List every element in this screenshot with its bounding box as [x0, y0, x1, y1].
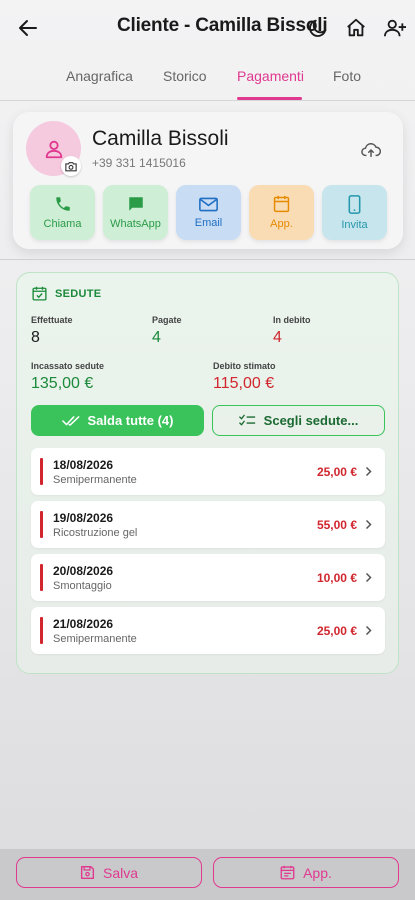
seduta-row[interactable]: 18/08/2026 Semipermanente 25,00 € [31, 448, 385, 495]
mobile-icon [348, 194, 361, 214]
divider [0, 259, 415, 260]
email-button-label: Email [194, 216, 223, 229]
whatsapp-button-label: WhatsApp [110, 218, 161, 230]
chevron-right-icon [363, 624, 373, 636]
debito-stimato-label: Debito stimato [213, 361, 276, 371]
seduta-date: 21/08/2026 [53, 617, 114, 631]
client-profile-card: Camilla Bissoli +39 331 1415016 Chiama W… [13, 112, 403, 249]
seduta-row[interactable]: 20/08/2026 Smontaggio 10,00 € [31, 554, 385, 601]
pagate-label: Pagate [152, 315, 182, 325]
tab-storico[interactable]: Storico [163, 68, 207, 84]
dark-mode-moon-icon[interactable] [304, 14, 332, 42]
client-name: Camilla Bissoli [92, 127, 229, 150]
salda-tutte-button[interactable]: Salda tutte (4) [31, 405, 204, 436]
incassato-label: Incassato sedute [31, 361, 105, 371]
back-arrow-icon[interactable] [14, 14, 42, 42]
status-bar [40, 511, 43, 538]
call-button[interactable]: Chiama [30, 185, 95, 240]
calendar-icon [273, 195, 290, 213]
seduta-date: 18/08/2026 [53, 458, 114, 472]
double-check-icon [61, 415, 79, 426]
seduta-treatment: Ricostruzione gel [53, 527, 138, 539]
whatsapp-button[interactable]: WhatsApp [103, 185, 168, 240]
active-tab-indicator [237, 97, 302, 100]
appointment-button-label: App. [270, 218, 293, 230]
status-bar [40, 458, 43, 485]
quick-actions: Chiama WhatsApp Email App. Invita [30, 185, 387, 240]
effettuate-label: Effettuate [31, 315, 73, 325]
phone-icon [55, 197, 70, 211]
debito-stimato-value: 115,00 € [213, 375, 275, 392]
seduta-row[interactable]: 19/08/2026 Ricostruzione gel 55,00 € [31, 501, 385, 548]
email-icon [199, 197, 218, 211]
seduta-treatment: Smontaggio [53, 580, 112, 592]
chevron-right-icon [363, 518, 373, 530]
status-bar [40, 617, 43, 644]
checklist-icon [238, 414, 255, 426]
tab-anagrafica[interactable]: Anagrafica [66, 68, 133, 84]
cloud-upload-icon[interactable] [359, 138, 383, 162]
person-icon [45, 140, 62, 158]
save-button[interactable]: Salva [16, 857, 202, 888]
appointment-bottom-button[interactable]: App. [213, 857, 399, 888]
seduta-treatment: Semipermanente [53, 633, 137, 645]
tab-pagamenti[interactable]: Pagamenti [237, 68, 304, 84]
sedute-title: SEDUTE [55, 287, 102, 300]
bottom-action-bar: Salva App. [0, 849, 415, 900]
in-debito-label: In debito [273, 315, 311, 325]
seduta-amount: 25,00 € [316, 465, 357, 479]
seduta-amount: 25,00 € [316, 624, 357, 638]
incassato-value: 135,00 € [31, 375, 94, 392]
pagate-value: 4 [152, 329, 161, 346]
seduta-row[interactable]: 21/08/2026 Semipermanente 25,00 € [31, 607, 385, 654]
seduta-date: 20/08/2026 [53, 564, 114, 578]
client-phone: +39 331 1415016 [92, 156, 186, 170]
chevron-right-icon [363, 465, 373, 477]
page-title: Cliente - Camilla Bissoli [117, 15, 328, 36]
seduta-amount: 10,00 € [316, 571, 357, 585]
seduta-date: 19/08/2026 [53, 511, 114, 525]
add-user-icon[interactable] [381, 14, 409, 42]
invite-button[interactable]: Invita [322, 185, 387, 240]
chevron-right-icon [363, 571, 373, 583]
scegli-sedute-label: Scegli sedute... [263, 413, 359, 428]
salda-tutte-label: Salda tutte (4) [87, 413, 174, 428]
in-debito-value: 4 [273, 329, 282, 346]
camera-icon[interactable] [61, 156, 81, 176]
save-button-label: Salva [102, 864, 139, 881]
home-icon[interactable] [342, 14, 370, 42]
seduta-amount: 55,00 € [316, 518, 357, 532]
save-icon [80, 865, 95, 880]
sedute-header: SEDUTE [32, 286, 101, 301]
appointment-bottom-label: App. [303, 864, 332, 881]
invite-button-label: Invita [341, 218, 368, 231]
seduta-treatment: Semipermanente [53, 474, 137, 486]
chat-icon [128, 197, 143, 211]
calendar-list-icon [280, 865, 295, 880]
top-bar: Cliente - Camilla Bissoli [0, 0, 415, 56]
appointment-button[interactable]: App. [249, 185, 314, 240]
tab-bar: Anagrafica Storico Pagamenti Foto [0, 56, 415, 101]
status-bar [40, 564, 43, 591]
scegli-sedute-button[interactable]: Scegli sedute... [212, 405, 385, 436]
calendar-check-icon [32, 286, 47, 301]
effettuate-value: 8 [31, 329, 40, 346]
tab-foto[interactable]: Foto [333, 68, 361, 84]
email-button[interactable]: Email [176, 185, 241, 240]
call-button-label: Chiama [43, 218, 82, 230]
sedute-card: SEDUTE Effettuate 8 Pagate 4 In debito 4… [16, 272, 399, 674]
